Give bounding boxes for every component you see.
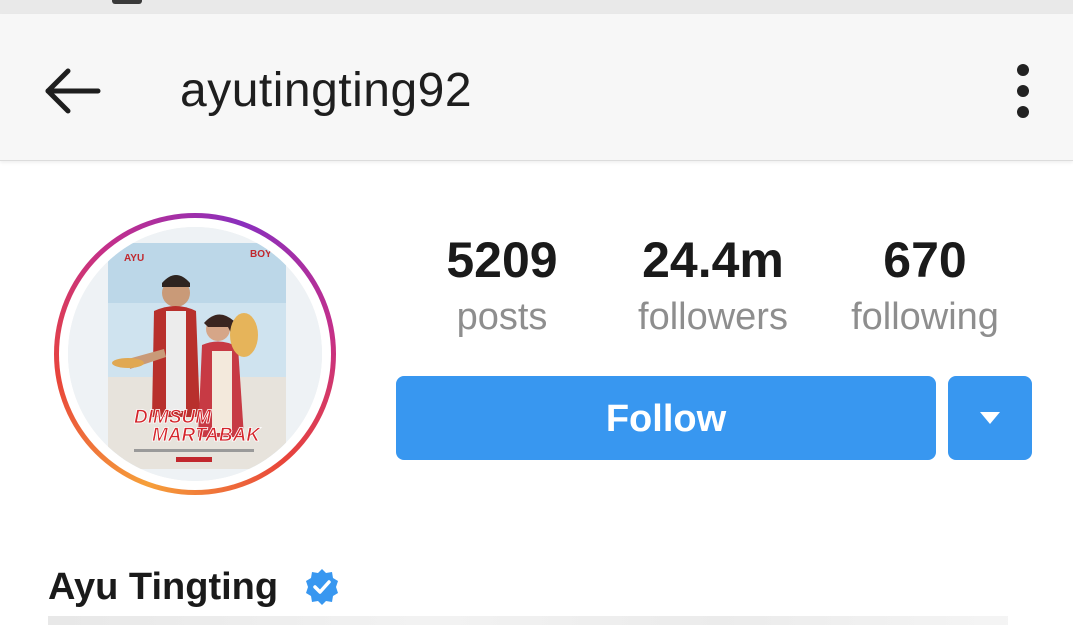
profile-picture: AYU BOY DIMSUM MARTABAK [68, 227, 322, 481]
followers-count[interactable]: 24.4m followers [603, 228, 823, 342]
following-value: 670 [883, 232, 967, 288]
posts-count[interactable]: 5209 posts [392, 228, 612, 342]
bio-text-cropped [48, 616, 1008, 625]
followers-label: followers [638, 296, 788, 338]
posts-value: 5209 [446, 232, 558, 288]
avatar[interactable]: AYU BOY DIMSUM MARTABAK [68, 227, 322, 481]
suggestions-dropdown-button[interactable] [948, 376, 1032, 460]
poster-name-left: AYU [124, 253, 144, 264]
following-count[interactable]: 670 following [815, 228, 1035, 342]
arrow-back-icon [45, 68, 101, 114]
posts-label: posts [456, 296, 548, 338]
poster-title-line2: MARTABAK [152, 425, 261, 446]
story-ring[interactable]: AYU BOY DIMSUM MARTABAK [54, 213, 336, 495]
back-button[interactable] [36, 60, 108, 122]
following-label: following [851, 296, 999, 338]
followers-value: 24.4m [642, 232, 784, 288]
more-options-button[interactable] [1000, 58, 1046, 124]
profile-toolbar: ayutingting92 [0, 14, 1073, 161]
status-indicator [112, 0, 142, 4]
profile-full-name: Ayu Tingting [48, 566, 279, 608]
follow-button[interactable]: Follow [396, 376, 936, 460]
poster-name-right: BOY [250, 249, 272, 260]
caret-down-icon [980, 412, 1000, 424]
profile-username: ayutingting92 [180, 64, 473, 117]
status-bar [0, 0, 1073, 14]
verified-badge-icon [306, 569, 338, 605]
